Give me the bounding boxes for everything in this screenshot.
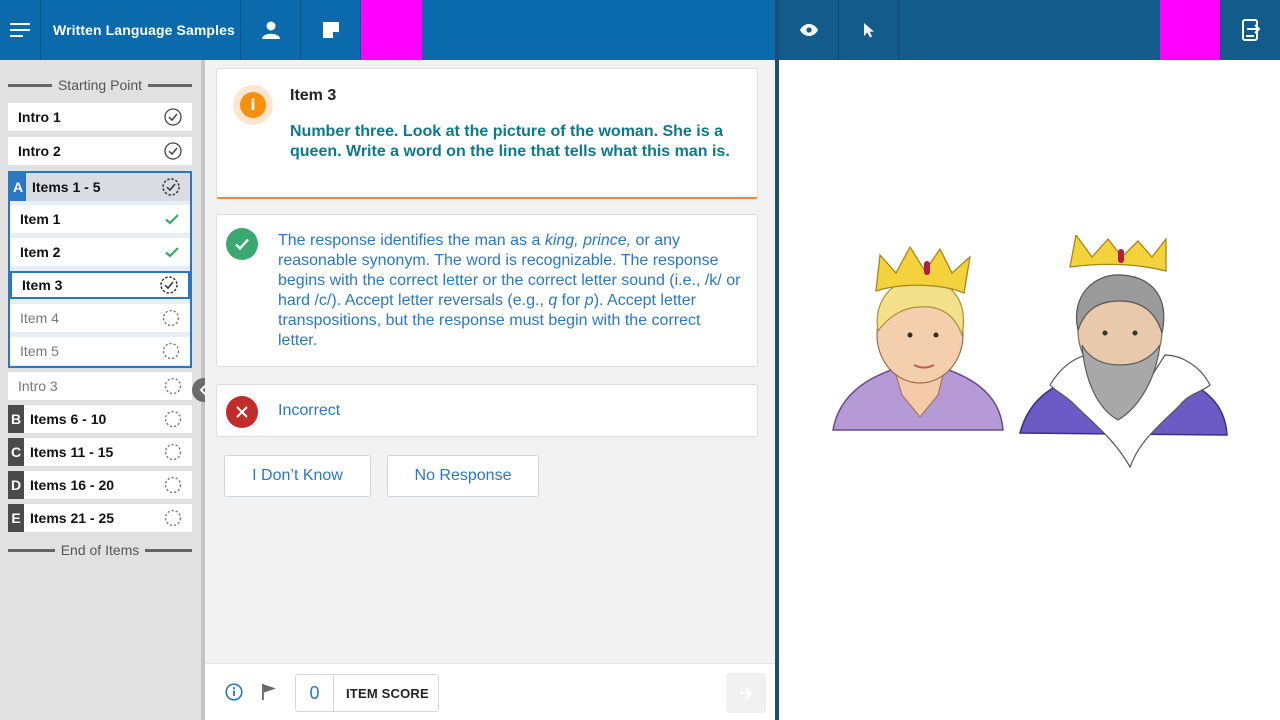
info-badge: i [233,85,273,125]
pointer-button[interactable] [839,0,899,60]
flag-item-button[interactable] [261,683,277,706]
sidebar-item-intro-1[interactable]: Intro 1 [8,103,192,131]
info-icon: i [240,92,266,118]
item-prompt: Number three. Look at the picture of the… [290,123,730,160]
in-progress-check-icon [162,178,180,196]
next-item-button[interactable] [726,673,766,713]
answered-check-icon [165,214,179,225]
queen-figure [832,245,1004,431]
sidebar-group-a[interactable]: A Items 1 - 5 [10,173,190,201]
sidebar-item-item-4[interactable]: Item 4 [10,304,190,332]
incorrect-response-option[interactable]: Incorrect [216,384,758,437]
complete-check-circle-icon [164,142,182,160]
item-card: i Item 3 Number three. Look at the pictu… [216,68,758,199]
sidebar-group-d[interactable]: D Items 16 - 20 [8,471,192,499]
group-letter: E [8,504,24,532]
app-title: Written Language Samples [41,0,241,60]
not-started-circle-icon [164,476,182,494]
item-info-button[interactable] [225,683,243,706]
cursor-icon [863,23,874,38]
menu-icon [10,23,30,37]
person-icon [261,21,280,39]
not-started-circle-icon [164,509,182,527]
info-circle-icon [225,683,243,701]
item-score-box: 0 ITEM SCORE [295,674,439,712]
item-score-value: 0 [296,675,334,711]
current-item-icon [160,276,178,294]
sidebar-item-label: Item 1 [20,211,61,227]
sidebar-item-item-2[interactable]: Item 2 [10,238,190,266]
stimulus-picture [830,233,1230,475]
item-title: Item 3 [290,87,337,104]
answered-check-icon [165,247,179,258]
i-dont-know-button[interactable]: I Don’t Know [224,455,371,497]
examinee-button[interactable] [241,0,301,60]
correct-response-option[interactable]: The response identifies the man as a kin… [216,214,758,367]
view-toggle-button[interactable] [779,0,839,60]
separator-label: Starting Point [57,77,143,93]
sidebar-item-label: Intro 1 [18,109,61,125]
note-icon [322,22,339,38]
group-letter: D [8,471,24,499]
sidebar-group-e[interactable]: E Items 21 - 25 [8,504,192,532]
sidebar: Starting Point Intro 1 Intro 2 A Items 1… [0,60,201,720]
notes-button[interactable] [301,0,361,60]
starting-point-separator: Starting Point [8,76,192,94]
flag-icon [262,684,276,700]
panel-divider[interactable] [775,0,779,720]
item-footer: 0 ITEM SCORE [205,663,775,720]
highlight-block [361,0,422,60]
separator-label: End of Items [60,542,140,558]
top-toolbar: Written Language Samples [0,0,775,60]
not-started-circle-icon [164,410,182,428]
group-letter: A [10,173,26,201]
sidebar-item-label: Item 3 [22,277,63,293]
end-of-items-separator: End of Items [8,541,192,559]
sidebar-item-item-5[interactable]: Item 5 [10,337,190,365]
not-started-circle-icon [162,309,180,327]
sidebar-item-label: Items 1 - 5 [32,179,101,195]
item-score-label: ITEM SCORE [346,685,429,701]
sidebar-item-label: Intro 3 [18,378,58,394]
king-figure [1019,233,1228,469]
close-icon [226,396,258,428]
sidebar-item-label: Item 4 [20,310,59,326]
menu-button[interactable] [0,0,41,60]
sidebar-item-item-1[interactable]: Item 1 [10,205,190,233]
sidebar-item-label: Items 6 - 10 [30,411,107,427]
sidebar-item-label: Items 11 - 15 [30,444,114,460]
check-icon [226,228,258,260]
not-started-circle-icon [164,377,182,395]
correct-criteria-text: The response identifies the man as a kin… [278,232,741,349]
sidebar-item-label: Intro 2 [18,143,61,159]
complete-check-circle-icon [164,108,182,126]
incorrect-label: Incorrect [278,402,341,419]
not-started-circle-icon [162,342,180,360]
group-letter: C [8,438,24,466]
sidebar-item-item-3[interactable]: Item 3 [10,271,190,299]
sidebar-group-b[interactable]: B Items 6 - 10 [8,405,192,433]
item-panel: i Item 3 Number three. Look at the pictu… [205,60,775,663]
eye-icon [799,24,818,36]
not-started-circle-icon [164,443,182,461]
group-letter: B [8,405,24,433]
arrow-right-icon [740,687,753,699]
sidebar-item-label: Items 16 - 20 [30,477,115,493]
exit-icon [1241,19,1260,41]
sidebar-item-intro-3[interactable]: Intro 3 [8,372,192,400]
sidebar-item-intro-2[interactable]: Intro 2 [8,137,192,165]
no-response-button[interactable]: No Response [387,455,539,497]
sidebar-item-label: Item 5 [20,343,59,359]
sidebar-item-label: Items 21 - 25 [30,510,115,526]
sidebar-group-c[interactable]: C Items 11 - 15 [8,438,192,466]
exit-presentation-button[interactable] [1220,0,1280,60]
highlight-block [1160,0,1220,60]
sidebar-item-label: Item 2 [20,244,61,260]
presentation-toolbar [779,0,1280,60]
